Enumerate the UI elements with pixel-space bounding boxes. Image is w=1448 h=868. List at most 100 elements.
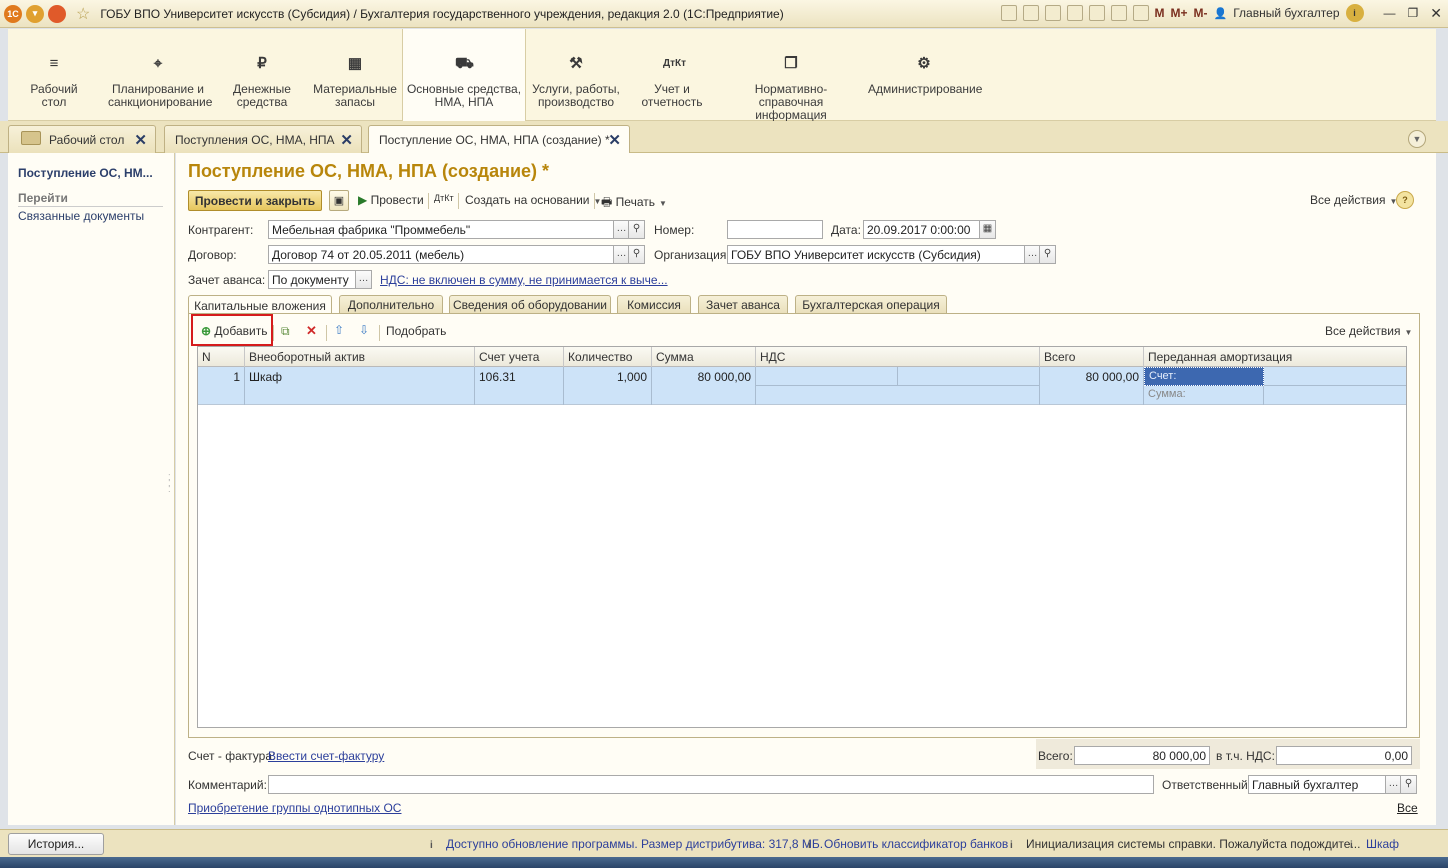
tab-accounting-operation[interactable]: Бухгалтерская операция xyxy=(795,295,947,314)
tab-receipts-list[interactable]: Поступления ОС, НМА, НПА ✕ xyxy=(164,125,362,153)
tabs-dropdown-icon[interactable]: ▼ xyxy=(1408,130,1426,148)
cell-vat-rate[interactable] xyxy=(756,367,898,386)
history-nav-icon[interactable] xyxy=(48,4,66,23)
calendar-icon[interactable]: ▦ xyxy=(979,220,996,239)
section-reference[interactable]: ❐ Нормативно-справочная информация xyxy=(724,29,858,122)
all-link[interactable]: Все xyxy=(1397,801,1418,815)
enter-invoice-link[interactable]: Ввести счет-фактуру xyxy=(268,749,384,763)
all-actions-menu[interactable]: Все действия ▼ xyxy=(1310,193,1397,207)
close-tab-icon[interactable]: ✕ xyxy=(134,131,147,149)
status-update-message[interactable]: i Доступно обновление программы. Размер д… xyxy=(430,837,823,852)
cell-n[interactable]: 1 xyxy=(198,367,245,405)
tab-equipment[interactable]: Сведения об оборудовании xyxy=(449,295,611,314)
cell-sum[interactable]: 80 000,00 xyxy=(652,367,756,405)
section-planning[interactable]: ⌖ Планирование и санкционирование xyxy=(108,29,212,121)
section-desktop[interactable]: ≡ Рабочий стол xyxy=(18,29,90,121)
column-header[interactable]: N xyxy=(198,347,245,367)
vat-settings-link[interactable]: НДС: не включен в сумму, не принимается … xyxy=(380,273,668,287)
close-tab-icon[interactable]: ✕ xyxy=(340,131,353,149)
comment-field[interactable] xyxy=(268,775,1154,794)
close-window-icon[interactable]: ✕ xyxy=(1430,5,1442,22)
tab-desktop[interactable]: Рабочий стол ✕ xyxy=(8,125,156,153)
advance-field[interactable]: По документу xyxy=(268,270,356,289)
link-icon[interactable] xyxy=(1088,5,1105,21)
cell-amort-account[interactable]: Счет: xyxy=(1144,367,1264,386)
status-last-item[interactable]: i Шкаф xyxy=(1350,837,1399,852)
cell-amort-sum[interactable]: Сумма: xyxy=(1144,386,1264,405)
preview-icon[interactable] xyxy=(1044,5,1061,21)
column-header[interactable]: Количество xyxy=(564,347,652,367)
date-field[interactable]: 20.09.2017 0:00:00 xyxy=(863,220,981,239)
save-icon[interactable] xyxy=(1000,5,1017,21)
column-header[interactable]: НДС xyxy=(756,347,1040,367)
section-reporting[interactable]: ДтКт Учет и отчетность xyxy=(638,29,706,121)
cell-vat-amount[interactable] xyxy=(898,367,1040,386)
section-administration[interactable]: ⚙ Администрирование xyxy=(868,29,982,121)
pick-button[interactable]: Подобрать xyxy=(386,324,446,338)
tab-additional[interactable]: Дополнительно xyxy=(339,295,443,314)
memory-mplus-button[interactable]: M+ xyxy=(1171,6,1188,20)
cell-account[interactable]: 106.31 xyxy=(475,367,564,405)
info-icon[interactable]: i xyxy=(1345,4,1364,22)
print-menu[interactable]: 🖶 Печать ▼ xyxy=(601,193,667,214)
post-and-close-button[interactable]: Провести и закрыть xyxy=(188,190,322,211)
advance-select-button[interactable]: … xyxy=(355,270,372,289)
search-icon[interactable]: ⚲ xyxy=(628,245,645,264)
main-menu-icon[interactable]: ▾ xyxy=(26,4,44,23)
number-field[interactable] xyxy=(727,220,823,239)
responsible-field[interactable]: Главный бухгалтер xyxy=(1248,775,1386,794)
column-header[interactable]: Внеоборотный актив xyxy=(245,347,475,367)
section-services[interactable]: ⚒ Услуги, работы, производство xyxy=(530,29,622,121)
favorites-star-icon[interactable]: ☆ xyxy=(76,4,90,24)
nav-related-documents[interactable]: Связанные документы xyxy=(18,209,144,223)
cell-vat-extra[interactable] xyxy=(756,386,1040,405)
organization-field[interactable]: ГОБУ ВПО Университет искусств (Субсидия) xyxy=(727,245,1025,264)
section-fixed-assets[interactable]: ⛟ Основные средства, НМА, НПА xyxy=(402,29,526,121)
close-tab-icon[interactable]: ✕ xyxy=(608,131,621,149)
save-button[interactable]: ▣ xyxy=(329,190,349,211)
column-header[interactable]: Счет учета xyxy=(475,347,564,367)
nav-current-form[interactable]: Поступление ОС, НМ... xyxy=(18,166,153,180)
copy-row-icon[interactable]: ⧉ xyxy=(281,324,290,339)
counterparty-field[interactable]: Мебельная фабрика "Проммебель" xyxy=(268,220,614,239)
delete-row-icon[interactable]: ✕ xyxy=(306,323,317,339)
post-button[interactable]: ▶ Провести xyxy=(358,193,424,207)
search-icon[interactable]: ⚲ xyxy=(628,220,645,239)
help-icon[interactable]: ? xyxy=(1396,191,1414,209)
group-assets-link[interactable]: Приобретение группы однотипных ОС xyxy=(188,801,401,815)
column-header[interactable]: Переданная амортизация xyxy=(1144,347,1406,367)
create-based-on-menu[interactable]: Создать на основании ▼ xyxy=(465,193,601,207)
contract-field[interactable]: Договор 74 от 20.05.2011 (мебель) xyxy=(268,245,614,264)
tab-receipt-create[interactable]: Поступление ОС, НМА, НПА (создание) * ✕ xyxy=(368,125,630,154)
print-icon[interactable] xyxy=(1022,5,1039,21)
tab-commission[interactable]: Комиссия xyxy=(617,295,691,314)
favorites-add-icon[interactable] xyxy=(1066,5,1083,21)
restore-icon[interactable]: ❐ xyxy=(1408,6,1419,20)
column-header[interactable]: Всего xyxy=(1040,347,1144,367)
table-all-actions-menu[interactable]: Все действия ▼ xyxy=(1325,324,1412,338)
calendar-icon[interactable] xyxy=(1132,5,1149,21)
status-banks-message[interactable]: i Обновить классификатор банков xyxy=(808,837,1008,852)
column-header[interactable]: Сумма xyxy=(652,347,756,367)
memory-m-button[interactable]: M xyxy=(1155,6,1165,20)
cell-qty[interactable]: 1,000 xyxy=(564,367,652,405)
section-materials[interactable]: ▦ Материальные запасы xyxy=(312,29,398,121)
calculator-icon[interactable] xyxy=(1110,5,1127,21)
table-row[interactable]: 1 Шкаф 106.31 1,000 80 000,00 80 000,00 … xyxy=(198,367,1406,405)
current-user[interactable]: Главный бухгалтер xyxy=(1233,6,1339,20)
dtkt-movements-icon[interactable]: ДтКт xyxy=(434,193,454,203)
minimize-icon[interactable]: — xyxy=(1384,6,1396,20)
app-logo-icon[interactable]: 1С xyxy=(4,4,22,23)
tab-advance[interactable]: Зачет аванса xyxy=(698,295,788,314)
cell-asset[interactable]: Шкаф xyxy=(245,367,475,405)
cell-amort-sum-value[interactable] xyxy=(1264,386,1406,405)
move-up-icon[interactable]: ⇧ xyxy=(334,323,344,337)
assets-table[interactable]: N Внеоборотный актив Счет учета Количест… xyxy=(197,346,1407,728)
section-money[interactable]: ₽ Денежные средства xyxy=(226,29,298,121)
move-down-icon[interactable]: ⇩ xyxy=(359,323,369,337)
search-icon[interactable]: ⚲ xyxy=(1039,245,1056,264)
cell-total[interactable]: 80 000,00 xyxy=(1040,367,1144,405)
tab-capital-investments[interactable]: Капитальные вложения xyxy=(188,295,332,315)
search-icon[interactable]: ⚲ xyxy=(1400,775,1417,794)
memory-mminus-button[interactable]: M- xyxy=(1194,6,1208,20)
